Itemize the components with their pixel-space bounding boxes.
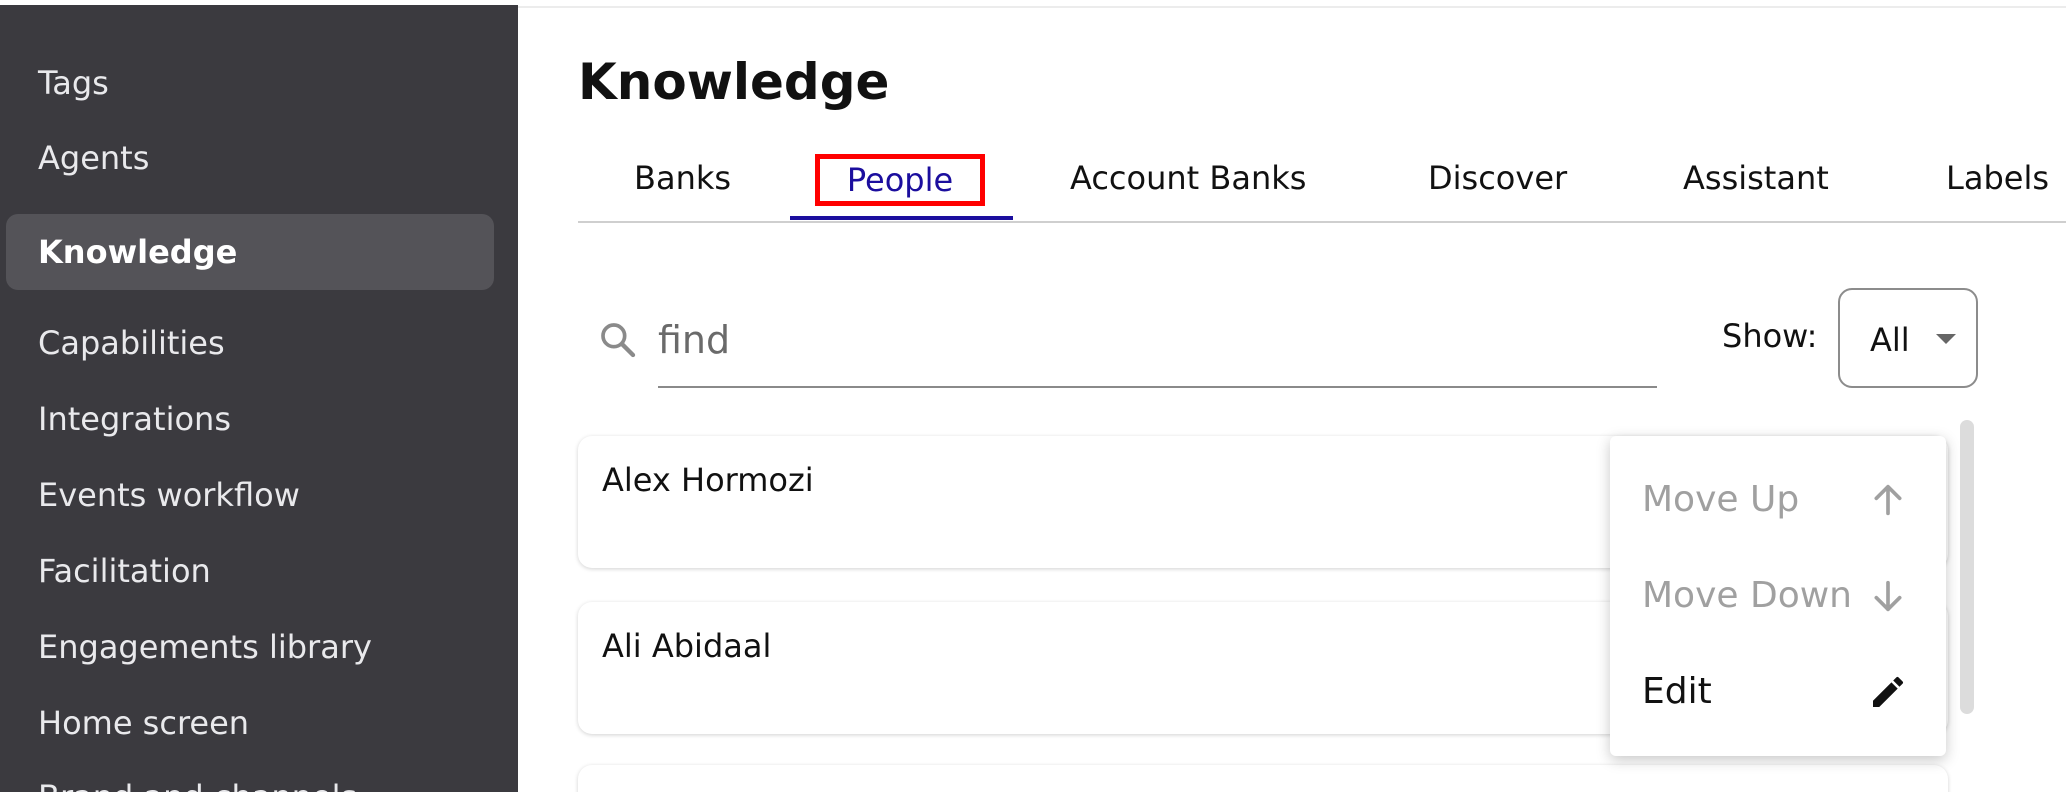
sidebar-item-capabilities[interactable]: Capabilities [38,323,225,363]
active-tab-indicator [790,216,1013,220]
pencil-icon [1873,676,1904,707]
menu-item-edit[interactable]: Edit [1642,670,1712,714]
sidebar-item-brand-and-channels[interactable]: Brand and channels [38,777,357,792]
menu-item-move-up[interactable]: Move Up [1642,478,1799,522]
caret-down-icon [1936,334,1956,344]
tab-labels[interactable]: Labels [1946,150,2049,206]
search-field [658,312,1657,388]
sidebar-item-knowledge[interactable]: Knowledge [6,214,494,290]
top-divider [518,6,2066,8]
show-filter-select[interactable]: All [1838,288,1978,388]
tab-discover[interactable]: Discover [1428,150,1567,206]
search-icon [601,323,636,358]
list-item[interactable] [578,765,1948,792]
person-name: Alex Hormozi [602,461,814,499]
sidebar-item-agents[interactable]: Agents [38,138,149,178]
tab-banks[interactable]: Banks [634,150,731,206]
show-filter-label: Show: [1722,317,1818,355]
tab-people-label: People [846,161,954,199]
sidebar-item-engagements-library[interactable]: Engagements library [38,627,372,667]
sidebar-item-tags[interactable]: Tags [38,63,109,103]
tab-account-banks[interactable]: Account Banks [1070,150,1306,206]
search-input[interactable] [658,312,1657,368]
sidebar-item-events-workflow[interactable]: Events workflow [38,475,300,515]
tab-bar: Banks People Account Banks Discover Assi… [578,150,2066,223]
tab-people[interactable]: People [815,154,985,206]
tab-assistant[interactable]: Assistant [1683,150,1829,206]
arrow-up-icon [1874,484,1902,516]
menu-item-move-down[interactable]: Move Down [1642,574,1852,618]
sidebar-item-label: Knowledge [38,233,238,271]
person-name: Ali Abidaal [602,627,772,665]
sidebar-item-integrations[interactable]: Integrations [38,399,231,439]
sidebar: Tags Agents Knowledge Capabilities Integ… [0,5,518,792]
sidebar-item-facilitation[interactable]: Facilitation [38,551,211,591]
context-menu: Move Up Move Down Edit [1610,436,1946,756]
arrow-down-icon [1874,580,1902,612]
show-filter-value: All [1870,321,1910,359]
sidebar-item-home-screen[interactable]: Home screen [38,703,249,743]
page-title: Knowledge [578,53,890,111]
scrollbar[interactable] [1960,420,1974,714]
